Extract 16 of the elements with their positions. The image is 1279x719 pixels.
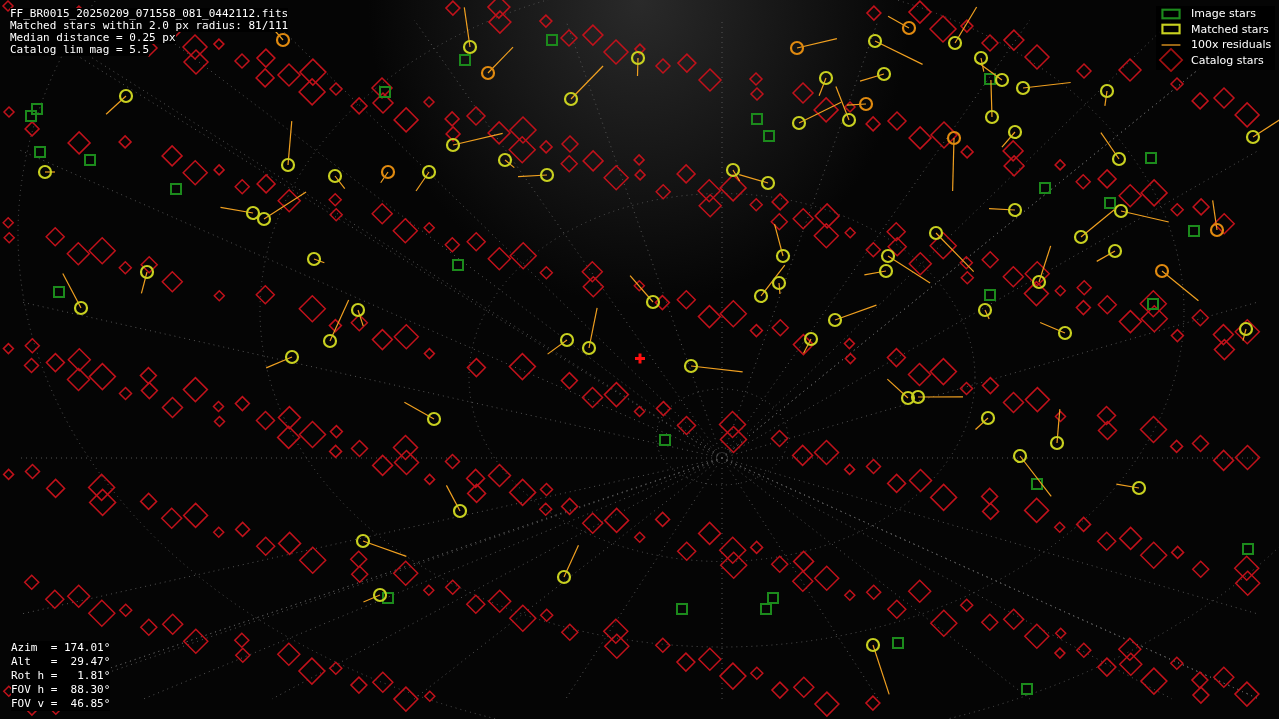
center-cross-icon [635, 353, 645, 364]
info-text: Median distance = 0.25 px [10, 32, 176, 44]
legend-swatch-icon [1158, 7, 1184, 20]
legend-label: Matched stars [1191, 22, 1269, 36]
pointing-text: Azim = 174.01° [11, 641, 111, 655]
legend-label: 100x residuals [1191, 38, 1272, 52]
pointing-text: Rot h = 1.81° [11, 669, 111, 683]
legend-swatch-icon [1158, 23, 1184, 36]
pointing-text: FOV v = 46.85° [11, 697, 111, 711]
pointing-text: Alt = 29.47° [11, 655, 111, 669]
legend-label: Image stars [1191, 7, 1256, 21]
info-text: Matched stars within 2.0 px radius: 81/111 [10, 20, 289, 32]
pointing-text: FOV h = 88.30° [11, 683, 111, 697]
legend-label: Catalog stars [1191, 53, 1264, 67]
info-text: Catalog lim mag = 5.5 [10, 44, 150, 56]
info-text: FF_BR0015_20250209_071558_081_0442112.fits [10, 8, 289, 20]
